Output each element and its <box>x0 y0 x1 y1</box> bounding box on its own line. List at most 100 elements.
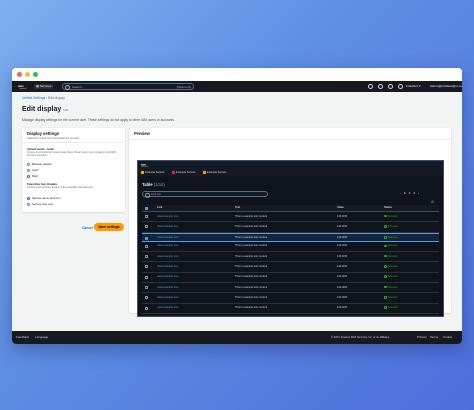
row-checkbox <box>145 244 148 248</box>
global-search-input[interactable]: Search [Option+S] <box>62 83 194 91</box>
favorites-bar-hint: Choose how favorites appear in the navig… <box>27 186 94 189</box>
cell-link: www.example.com <box>157 295 179 299</box>
table-row: www.example.com This is example text cont… <box>142 262 439 273</box>
privacy-link[interactable]: Privacy <box>417 331 427 344</box>
row-checkbox <box>145 236 148 240</box>
cell-value: 123.4KB <box>337 306 347 310</box>
search-icon <box>65 85 70 91</box>
row-checkbox <box>145 286 148 290</box>
preview-favorites-bar: Example Service Example Service Example … <box>138 169 443 176</box>
cell-link: www.example.com <box>157 224 179 228</box>
page-title: Edit display Info <box>22 106 69 113</box>
cell-link: www.example.com <box>157 244 179 248</box>
cell-value: 123.4KB <box>337 236 347 240</box>
cell-text: This is example text content <box>235 275 268 279</box>
cell-link: www.example.com <box>157 275 179 279</box>
radio-button-selected[interactable] <box>27 196 30 200</box>
cell-status: Success <box>384 296 397 299</box>
row-checkbox <box>145 215 148 218</box>
success-icon <box>384 244 387 248</box>
cell-status: Success <box>384 215 397 218</box>
minimize-window-icon[interactable] <box>25 72 30 77</box>
table-row: www.example.com This is example text cont… <box>142 283 439 294</box>
row-checkbox <box>145 306 148 310</box>
visual-mode-hint: Choose your preferred visual mode. Beta:… <box>27 151 117 157</box>
language-link[interactable]: Language <box>35 331 48 344</box>
radio-button-selected[interactable] <box>27 174 30 178</box>
terms-link[interactable]: Terms <box>430 331 438 344</box>
cookie-preferences-link[interactable]: Cookie preferences <box>443 331 462 344</box>
success-icon <box>384 296 387 299</box>
radio-browser-default[interactable]: Browser default <box>27 162 51 166</box>
display-settings-title: Display settings <box>27 131 60 136</box>
region-selector[interactable]: Frankfurt ▾ <box>406 81 420 92</box>
preview-search-input: Find text <box>142 191 268 198</box>
radio-light[interactable]: Light <box>27 168 38 172</box>
cancel-button[interactable]: Cancel <box>82 226 93 230</box>
preview-title: Preview <box>134 131 150 136</box>
cell-value: 123.4KB <box>337 295 347 299</box>
radio-button[interactable] <box>27 168 30 172</box>
preview-table-title: Table (1/10) <box>142 182 165 187</box>
help-icon[interactable] <box>388 84 393 89</box>
breadcrumb-current: Edit display <box>48 96 65 100</box>
radio-button[interactable] <box>27 162 30 166</box>
cloudshell-icon[interactable] <box>368 84 373 89</box>
success-icon <box>384 265 387 268</box>
table-row: www.example.com This is example text cont… <box>142 222 439 233</box>
preview-canvas: aws Example Service Example Service Exam… <box>137 160 444 317</box>
cell-text: This is example text content <box>235 264 268 268</box>
cell-status: Success <box>384 225 397 228</box>
chevron-left-icon: ‹ <box>400 191 401 195</box>
info-link[interactable]: Info <box>63 108 68 112</box>
radio-service-icon-only[interactable]: Service icon only <box>27 202 53 206</box>
close-window-icon[interactable] <box>17 72 22 77</box>
cell-value: 123.4KB <box>337 244 347 248</box>
cell-status: Success <box>384 306 397 309</box>
cell-text: This is example text content <box>235 214 268 218</box>
preview-table-header: Link Text Value Status <box>142 205 439 212</box>
services-menu-button[interactable]: ▦ Services <box>34 84 54 89</box>
success-icon <box>384 275 387 279</box>
save-settings-button[interactable]: Save settings <box>94 223 124 231</box>
cell-status: Success <box>384 265 397 268</box>
cell-value: 123.4KB <box>337 275 347 279</box>
favorite-service-1: Example Service <box>141 171 164 174</box>
radio-button[interactable] <box>27 202 30 206</box>
console-footer: Feedback Language © 2023, Amazon Web Ser… <box>12 331 462 344</box>
service-icon <box>172 171 175 174</box>
cell-text: This is example text content <box>235 236 268 240</box>
cell-text: This is example text content <box>235 224 268 228</box>
row-checkbox <box>145 225 148 229</box>
notifications-icon[interactable] <box>378 84 383 89</box>
row-checkbox <box>145 275 148 279</box>
select-all-checkbox <box>145 206 148 210</box>
cell-text: This is example text content <box>235 306 268 310</box>
cell-status: Success <box>384 236 397 239</box>
preview-top-nav: aws <box>138 161 443 169</box>
svg-text:aws: aws <box>18 84 24 88</box>
service-icon <box>203 171 206 174</box>
page-description: Manage display settings for the current … <box>22 118 175 122</box>
radio-dark[interactable]: Dark <box>27 174 38 178</box>
row-checkbox <box>145 265 148 269</box>
success-icon <box>384 236 387 239</box>
table-row: www.example.com This is example text cont… <box>142 232 439 242</box>
aws-logo-icon[interactable]: aws <box>18 84 29 89</box>
maximize-window-icon[interactable] <box>33 72 38 77</box>
breadcrumb-link-unified-settings[interactable]: Unified Settings <box>22 96 45 100</box>
divider <box>129 139 451 140</box>
window-titlebar <box>12 68 462 81</box>
table-row: www.example.com This is example text cont… <box>142 273 439 284</box>
success-icon <box>384 225 387 228</box>
success-icon <box>384 285 387 289</box>
radio-service-name-and-icon[interactable]: Service name and icon <box>27 196 60 200</box>
browser-window: aws ▦ Services Search [Option+S] Frankfu… <box>12 68 462 344</box>
feedback-link[interactable]: Feedback <box>16 331 29 344</box>
cell-value: 123.4KB <box>337 264 347 268</box>
display-settings-subtitle: Selections made here will update the pre… <box>27 137 80 140</box>
console-top-nav: aws ▦ Services Search [Option+S] Frankfu… <box>12 81 462 99</box>
favorite-service-2: Example Service <box>172 171 195 174</box>
settings-icon[interactable] <box>398 84 403 89</box>
cell-text: This is example text content <box>235 295 268 299</box>
